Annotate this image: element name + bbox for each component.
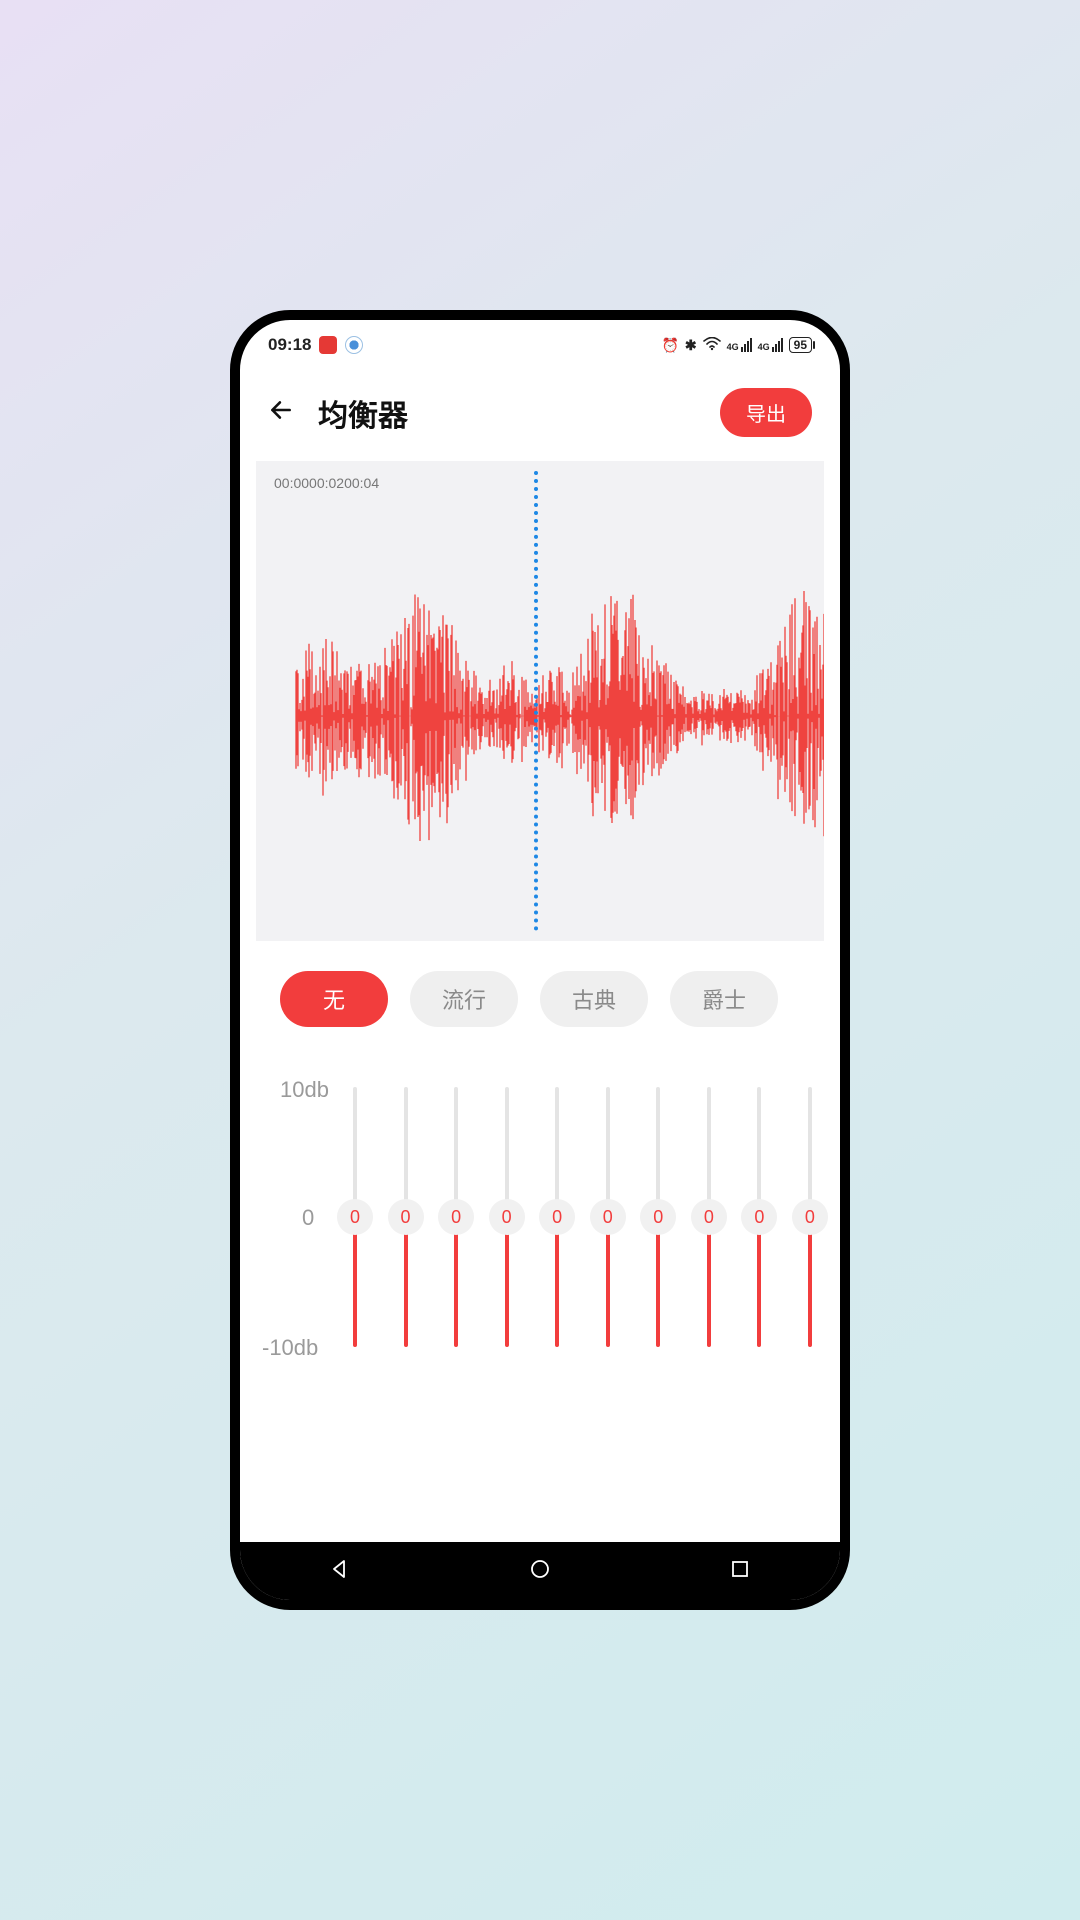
app-icon-1	[319, 336, 337, 354]
title-bar: 均衡器 导出	[240, 370, 840, 451]
eq-knob[interactable]: 0	[388, 1199, 424, 1234]
timeline-labels: 00:00 00:02 00:04	[256, 461, 824, 491]
eq-knob[interactable]: 0	[590, 1199, 626, 1234]
eq-knob[interactable]: 0	[489, 1199, 525, 1234]
eq-knob[interactable]: 0	[539, 1199, 575, 1234]
eq-band-9[interactable]: 0	[739, 1087, 779, 1347]
preset-row: 无 流行 古典 爵士	[240, 941, 840, 1037]
nav-home-icon[interactable]	[528, 1557, 552, 1586]
waveform-panel[interactable]: 00:00 00:02 00:04	[256, 461, 824, 941]
signal-1: 4G	[727, 338, 752, 352]
eq-band-2[interactable]: 0	[386, 1087, 426, 1347]
nav-back-icon[interactable]	[328, 1557, 352, 1586]
eq-band-10[interactable]: 0	[790, 1087, 830, 1347]
status-right: ⏰ ✱ 4G 4G 95	[661, 337, 812, 354]
eq-band-5[interactable]: 0	[537, 1087, 577, 1347]
preset-classic[interactable]: 古典	[540, 971, 648, 1027]
preset-none[interactable]: 无	[280, 971, 388, 1027]
preset-jazz[interactable]: 爵士	[670, 971, 778, 1027]
eq-knob[interactable]: 0	[741, 1199, 777, 1234]
battery-indicator: 95	[789, 337, 812, 353]
equalizer: 10db 0 -10db 0 0 0 0 0 0 0 0 0 0	[240, 1037, 840, 1542]
eq-knob[interactable]: 0	[792, 1199, 828, 1234]
eq-knob[interactable]: 0	[438, 1199, 474, 1234]
eq-label-zero: 0	[302, 1205, 314, 1231]
status-left: 09:18	[268, 335, 363, 355]
status-time: 09:18	[268, 335, 311, 355]
eq-knob[interactable]: 0	[640, 1199, 676, 1234]
waveform	[256, 591, 824, 841]
eq-band-6[interactable]: 0	[588, 1087, 628, 1347]
eq-knob[interactable]: 0	[337, 1199, 373, 1234]
app-icon-2	[345, 336, 363, 354]
android-navbar	[240, 1542, 840, 1600]
eq-sliders: 0 0 0 0 0 0 0 0 0 0	[335, 1087, 830, 1347]
time-2: 00:04	[344, 475, 379, 491]
alarm-icon: ⏰	[661, 337, 678, 354]
status-bar: 09:18 ⏰ ✱ 4G 4G 95	[240, 320, 840, 370]
eq-band-4[interactable]: 0	[487, 1087, 527, 1347]
export-button[interactable]: 导出	[720, 388, 812, 437]
phone-frame: 09:18 ⏰ ✱ 4G 4G 95 均衡器 导出	[230, 310, 850, 1610]
page-title: 均衡器	[318, 391, 408, 435]
eq-label-top: 10db	[280, 1077, 329, 1103]
eq-band-7[interactable]: 0	[638, 1087, 678, 1347]
eq-band-8[interactable]: 0	[689, 1087, 729, 1347]
eq-band-1[interactable]: 0	[335, 1087, 375, 1347]
eq-label-bottom: -10db	[262, 1335, 318, 1361]
eq-band-3[interactable]: 0	[436, 1087, 476, 1347]
back-button[interactable]	[268, 397, 294, 428]
signal-2: 4G	[758, 338, 783, 352]
playhead[interactable]	[534, 471, 538, 931]
preset-pop[interactable]: 流行	[410, 971, 518, 1027]
wifi-icon	[703, 337, 721, 354]
nav-recent-icon[interactable]	[728, 1557, 752, 1586]
time-1: 00:02	[309, 475, 344, 491]
time-0: 00:00	[274, 475, 309, 491]
eq-knob[interactable]: 0	[691, 1199, 727, 1234]
bluetooth-icon: ✱	[685, 337, 697, 354]
